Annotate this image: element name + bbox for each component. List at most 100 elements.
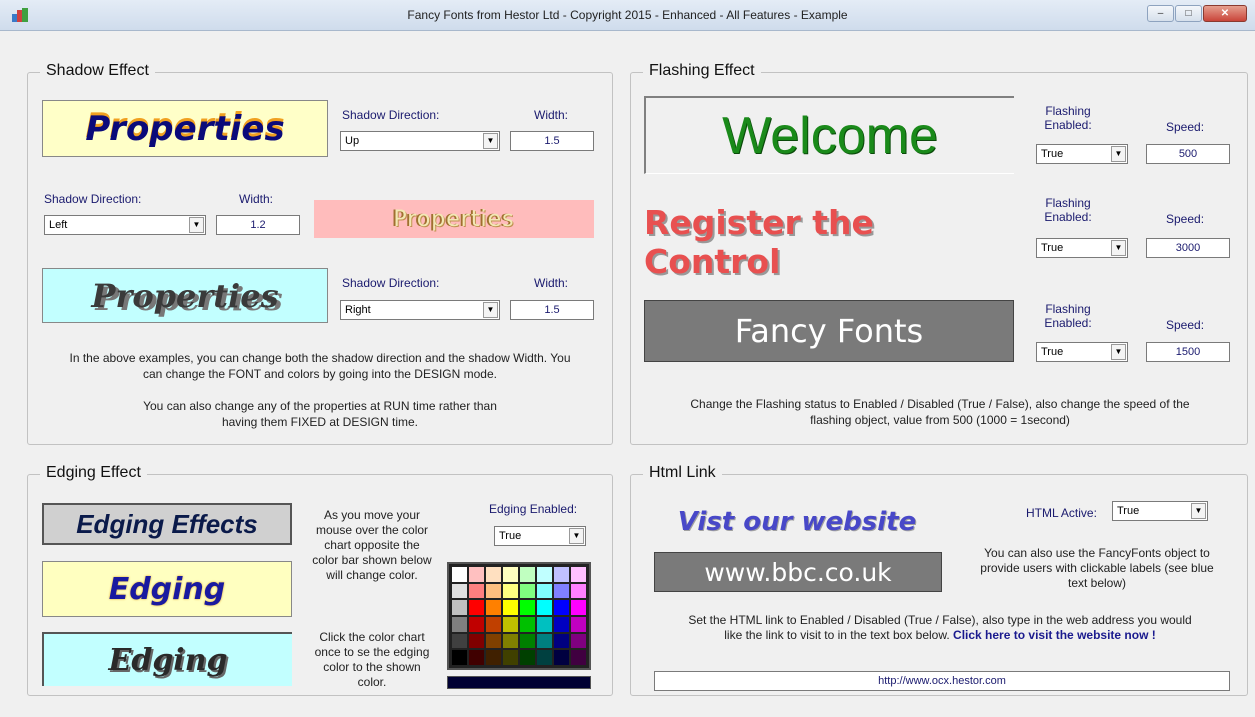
color-swatch[interactable] [571,600,586,615]
flashing-sample-register-text: Register the Control [644,203,874,281]
close-button[interactable]: ✕ [1203,5,1247,22]
html-active-select[interactable]: True ▼ [1112,501,1208,521]
color-swatch[interactable] [537,600,552,615]
html-sample-visit[interactable]: Vist our website [652,502,942,542]
color-swatch[interactable] [554,600,569,615]
color-swatch[interactable] [503,600,518,615]
color-swatch[interactable] [571,650,586,665]
shadow-sample-right: Properties [42,268,328,323]
flashing-description: Change the Flashing status to Enabled / … [634,396,1246,428]
chevron-down-icon[interactable]: ▼ [1111,146,1126,162]
color-swatch[interactable] [537,650,552,665]
chevron-down-icon[interactable]: ▼ [483,302,498,318]
color-swatch[interactable] [486,633,501,649]
color-swatch[interactable] [452,567,467,582]
color-swatch[interactable] [469,567,484,582]
shadow-width-label-2: Width: [239,192,274,206]
maximize-button[interactable]: □ [1175,5,1202,22]
color-swatch[interactable] [537,567,552,582]
color-swatch[interactable] [486,583,501,599]
flashing-speed-label-1: Speed: [1166,120,1205,134]
color-swatch[interactable] [452,633,467,649]
flashing-sample-welcome: Welcome [644,96,1014,174]
shadow-width-label-1: Width: [534,108,569,122]
flashing-speed-input-3[interactable]: 1500 [1146,342,1230,362]
url-input[interactable]: http://www.ocx.hestor.com [654,671,1230,691]
color-swatch[interactable] [571,567,586,582]
color-swatch[interactable] [469,650,484,665]
edging-description-1-line-5: will change color. [326,568,418,582]
color-swatch[interactable] [452,583,467,599]
flashing-enabled-select-1[interactable]: True ▼ [1036,144,1128,164]
shadow-description-2-line-1: You can also change any of the propertie… [143,399,497,413]
color-swatch[interactable] [452,616,467,632]
flashing-speed-input-2[interactable]: 3000 [1146,238,1230,258]
color-swatch[interactable] [537,583,552,599]
minimize-button[interactable]: – [1147,5,1174,22]
color-swatch[interactable] [469,583,484,599]
color-swatch[interactable] [520,650,535,665]
color-swatch[interactable] [469,600,484,615]
shadow-direction-select-2[interactable]: Left ▼ [44,215,206,235]
color-swatch[interactable] [554,567,569,582]
color-chart[interactable] [447,562,591,670]
edging-enabled-select[interactable]: True ▼ [494,526,586,546]
shadow-direction-select-3[interactable]: Right ▼ [340,300,500,320]
color-swatch[interactable] [554,650,569,665]
color-swatch[interactable] [520,616,535,632]
color-swatch[interactable] [554,633,569,649]
edging-description-2-line-3: color to the shown [323,660,421,674]
chevron-down-icon[interactable]: ▼ [189,217,204,233]
color-swatch[interactable] [554,616,569,632]
color-swatch[interactable] [520,583,535,599]
flashing-speed-input-1[interactable]: 500 [1146,144,1230,164]
color-swatch[interactable] [452,600,467,615]
html-sample-bbc[interactable]: www.bbc.co.uk [654,552,942,592]
color-swatch[interactable] [503,583,518,599]
color-swatch[interactable] [486,616,501,632]
color-swatch[interactable] [469,616,484,632]
flashing-enabled-label-1-line-2: Enabled: [1044,118,1092,132]
color-swatch[interactable] [571,633,586,649]
color-swatch[interactable] [537,633,552,649]
chevron-down-icon[interactable]: ▼ [569,528,584,544]
flashing-enabled-label-2: Flashing Enabled: [1036,196,1100,224]
chevron-down-icon[interactable]: ▼ [483,133,498,149]
flashing-enabled-select-2[interactable]: True ▼ [1036,238,1128,258]
color-swatch[interactable] [503,650,518,665]
chevron-down-icon[interactable]: ▼ [1111,240,1126,256]
color-swatch[interactable] [503,567,518,582]
visit-website-link[interactable]: Click here to visit the website now ! [953,628,1156,642]
flashing-sample-fancy-fonts-text: Fancy Fonts [734,312,924,350]
chevron-down-icon[interactable]: ▼ [1111,344,1126,360]
color-swatch[interactable] [469,633,484,649]
color-swatch[interactable] [503,616,518,632]
flashing-enabled-value-3: True [1041,346,1064,358]
color-swatch[interactable] [520,567,535,582]
edging-enabled-label: Edging Enabled: [489,502,578,516]
edging-description-1: As you move your mouse over the color ch… [302,508,442,583]
shadow-width-input-3[interactable]: 1.5 [510,300,594,320]
edging-sample-cyan-text: Edging [108,642,228,678]
color-swatch[interactable] [520,600,535,615]
color-swatch[interactable] [486,650,501,665]
color-swatch[interactable] [486,600,501,615]
shadow-width-input-2[interactable]: 1.2 [216,215,300,235]
shadow-direction-select-1[interactable]: Up ▼ [340,131,500,151]
edging-description-1-line-4: color bar shown below [312,553,432,567]
shadow-width-input-1[interactable]: 1.5 [510,131,594,151]
color-swatch[interactable] [571,616,586,632]
color-swatch[interactable] [554,583,569,599]
color-swatch[interactable] [452,650,467,665]
color-swatch[interactable] [571,583,586,599]
color-swatch[interactable] [520,633,535,649]
color-swatch[interactable] [486,567,501,582]
flashing-enabled-label-3-line-2: Enabled: [1044,316,1092,330]
chevron-down-icon[interactable]: ▼ [1191,503,1206,519]
html-description: Set the HTML link to Enabled / Disabled … [634,613,1246,643]
color-swatch[interactable] [537,616,552,632]
flashing-enabled-select-3[interactable]: True ▼ [1036,342,1128,362]
shadow-direction-label-2: Shadow Direction: [44,192,142,206]
selected-color-bar [447,676,591,689]
color-swatch[interactable] [503,633,518,649]
